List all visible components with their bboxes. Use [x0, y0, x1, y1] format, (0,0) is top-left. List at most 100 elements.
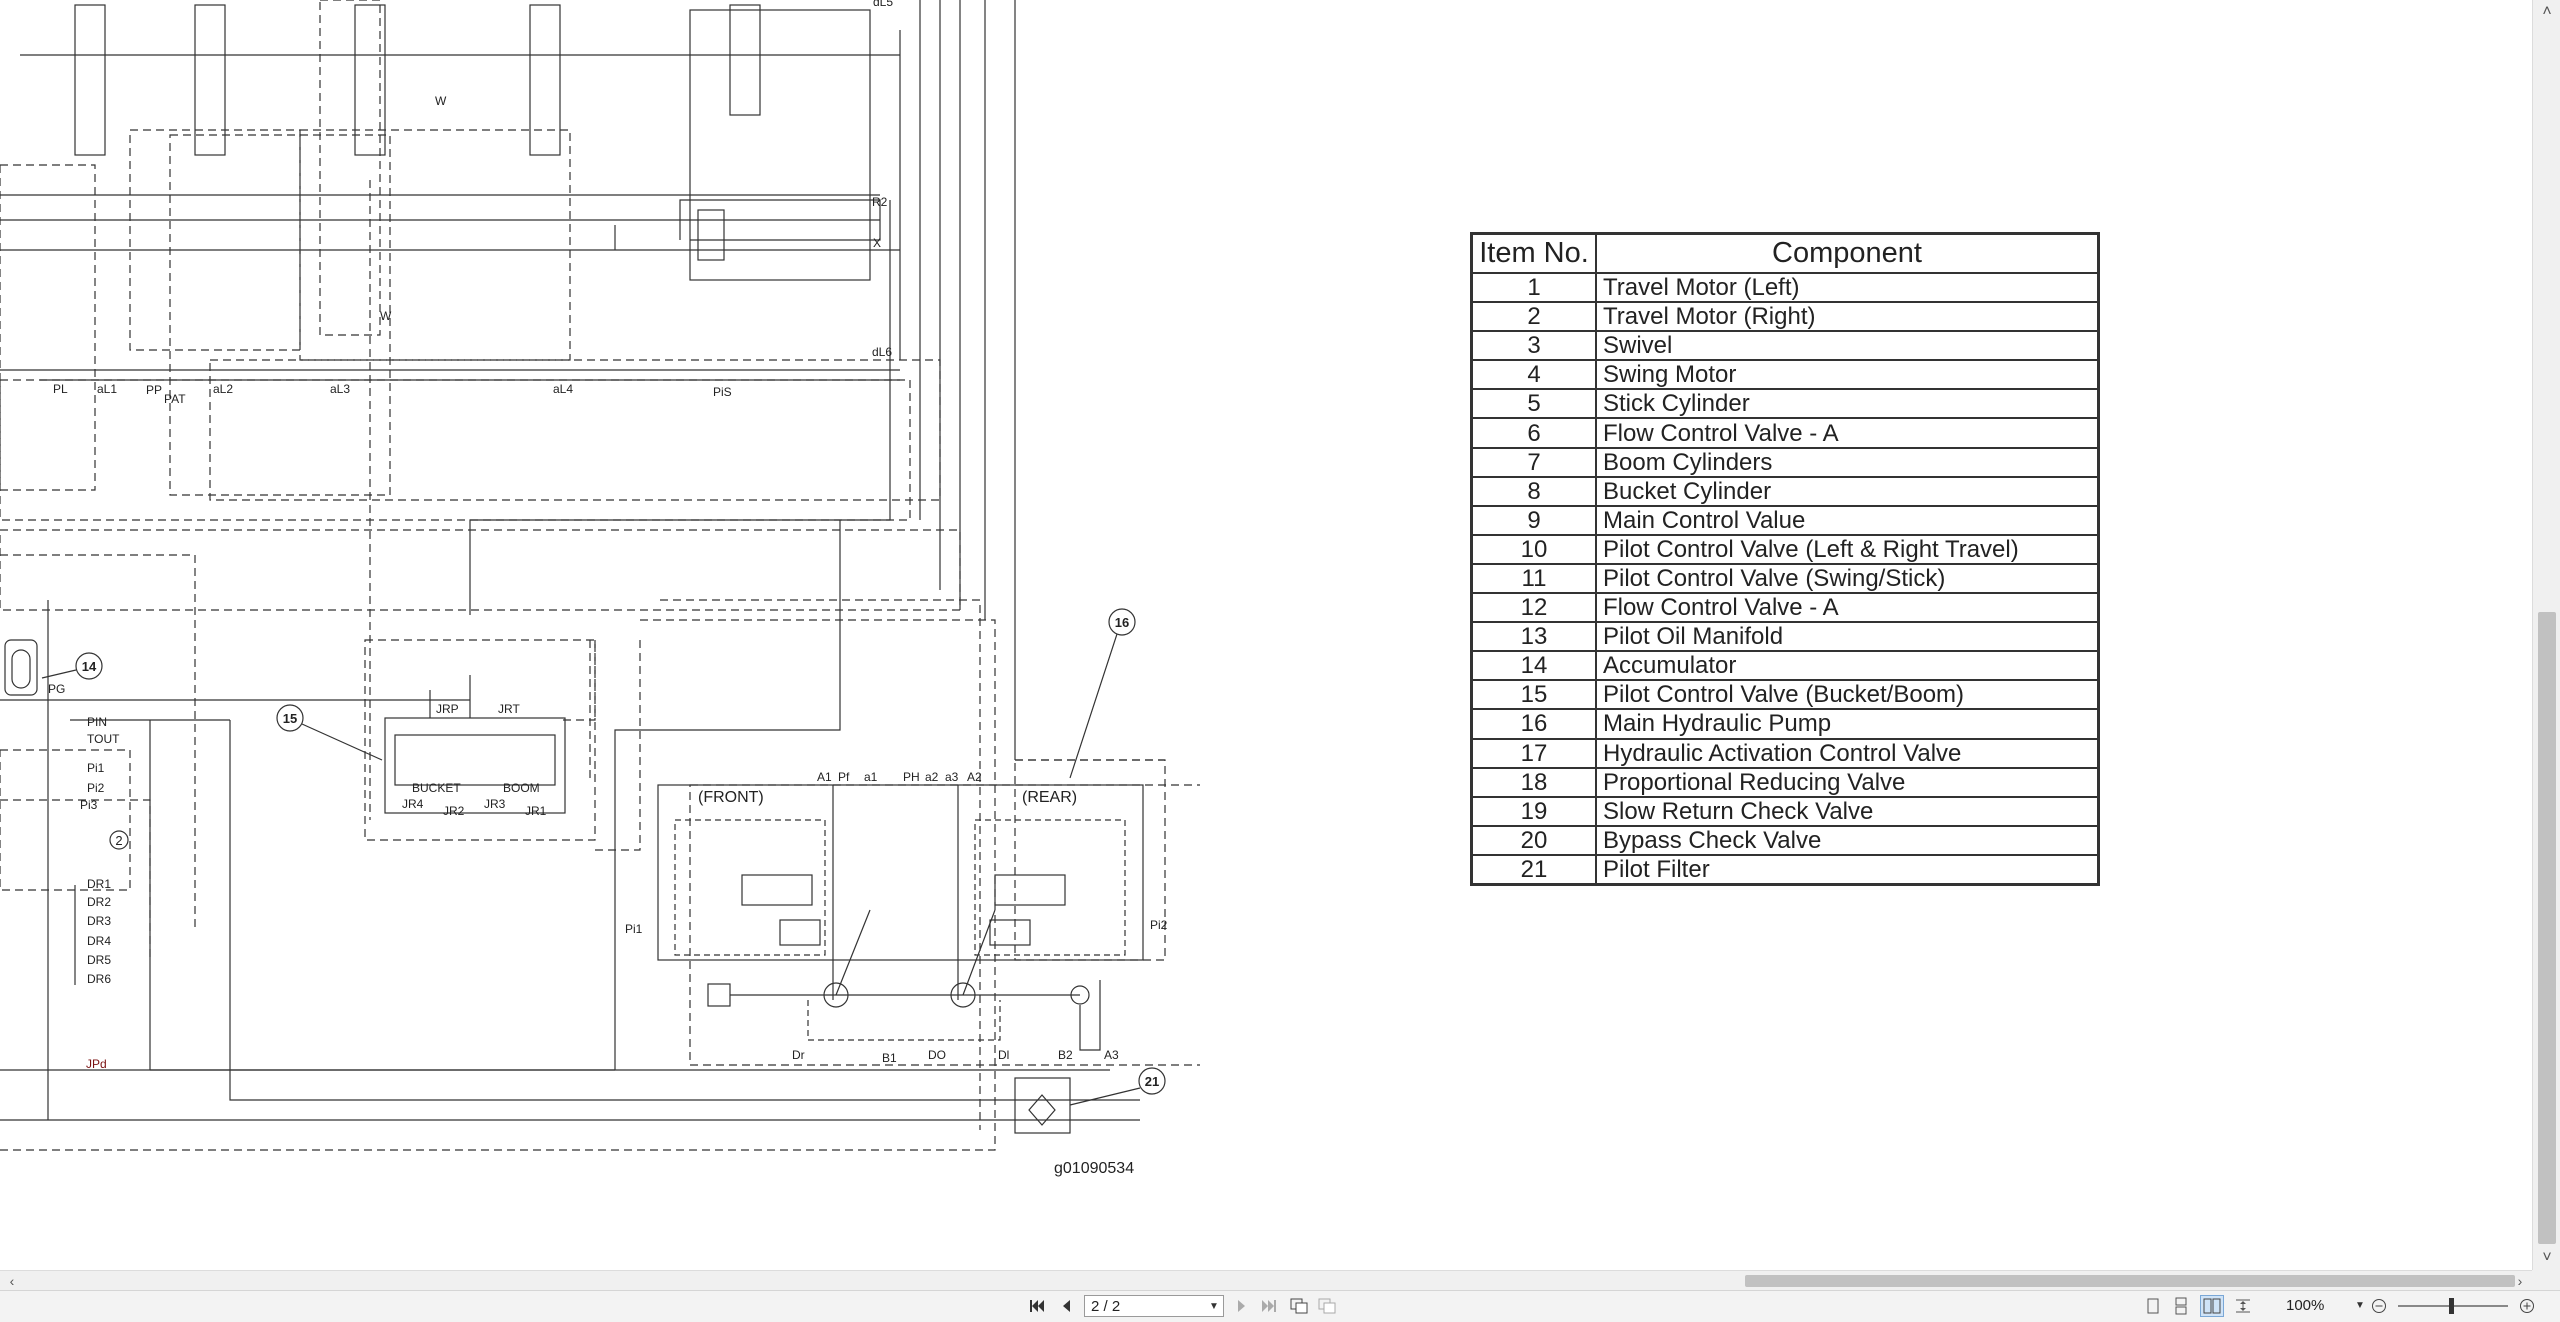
- legend-row: 17 Hydraulic Activation Control Valve: [1470, 737, 2100, 769]
- legend-row: 2 Travel Motor (Right): [1470, 301, 2100, 333]
- legend-item-number: 2: [1470, 301, 1597, 333]
- svg-text:JR4: JR4: [402, 797, 424, 811]
- legend-component-name: Stick Cylinder: [1595, 388, 2100, 420]
- scroll-down-icon[interactable]: ˅: [2533, 1246, 2560, 1270]
- legend-component-name: Pilot Oil Manifold: [1595, 621, 2100, 653]
- svg-text:DR3: DR3: [87, 914, 111, 928]
- vertical-scroll-thumb[interactable]: [2538, 612, 2556, 1244]
- horizontal-scroll-thumb[interactable]: [1745, 1275, 2515, 1287]
- legend-item-number: 20: [1470, 824, 1597, 856]
- legend-item-number: 10: [1470, 533, 1597, 565]
- legend-row: 11 Pilot Control Valve (Swing/Stick): [1470, 562, 2100, 595]
- valve-spools: [74, 4, 761, 261]
- svg-text:PP: PP: [146, 383, 162, 397]
- legend-component-name: Flow Control Valve - A: [1595, 417, 2100, 449]
- svg-text:JRT: JRT: [498, 702, 520, 716]
- vertical-scrollbar[interactable]: ˄ ˅: [2532, 0, 2560, 1270]
- legend-component-name: Pilot Filter: [1595, 853, 2100, 886]
- legend-row: 4 Swing Motor: [1470, 359, 2100, 391]
- legend-component-name: Bypass Check Valve: [1595, 824, 2100, 856]
- svg-text:X: X: [873, 236, 881, 250]
- legend-component-name: Bucket Cylinder: [1595, 475, 2100, 507]
- document-viewport[interactable]: dL5 R2 X dL6 PL aL1 PP PAT aL2 aL3 aL4 P…: [0, 0, 2532, 1270]
- zoom-level[interactable]: 100%: [2286, 1295, 2324, 1317]
- legend-row: 9 Main Control Value: [1470, 504, 2100, 536]
- callout-15: 15: [283, 711, 297, 726]
- svg-text:a1: a1: [864, 770, 878, 784]
- svg-text:dL6: dL6: [872, 345, 892, 359]
- legend-component-name: Travel Motor (Right): [1595, 301, 2100, 333]
- legend-row: 13 Pilot Oil Manifold: [1470, 621, 2100, 653]
- horizontal-scrollbar[interactable]: ‹ ›: [0, 1270, 2532, 1291]
- two-page-icon[interactable]: [2200, 1295, 2224, 1317]
- last-page-icon[interactable]: [1258, 1295, 1280, 1317]
- bottom-toolbar: ▼ 100% ▼: [0, 1290, 2560, 1322]
- legend-item-number: 5: [1470, 388, 1597, 420]
- single-page-icon[interactable]: [2142, 1295, 2164, 1317]
- legend-row: 6 Flow Control Valve - A: [1470, 417, 2100, 449]
- first-page-icon[interactable]: [1026, 1295, 1048, 1317]
- next-page-icon[interactable]: [1232, 1295, 1252, 1317]
- legend-item-number: 16: [1470, 708, 1597, 740]
- zoom-in-icon[interactable]: [2516, 1295, 2538, 1317]
- svg-text:DR4: DR4: [87, 934, 111, 948]
- svg-text:Pi2: Pi2: [87, 781, 105, 795]
- svg-text:PIN: PIN: [87, 715, 107, 729]
- pilot-lines: [0, 0, 1200, 1151]
- component-legend-table: Item No. Component 1 Travel Motor (Left) 2…: [1470, 232, 2100, 886]
- scroll-up-icon[interactable]: ˄: [2533, 0, 2560, 24]
- svg-text:A2: A2: [967, 770, 982, 784]
- legend-item-number: 1: [1470, 271, 1597, 304]
- legend-component-name: Pilot Control Valve (Swing/Stick): [1595, 562, 2100, 595]
- legend-component-name: Slow Return Check Valve: [1595, 795, 2100, 827]
- legend-row: 7 Boom Cylinders: [1470, 446, 2100, 478]
- scroll-mode-icon[interactable]: [2232, 1295, 2254, 1317]
- legend-component-name: Accumulator: [1595, 650, 2100, 682]
- page-number-input[interactable]: [1085, 1296, 1203, 1316]
- svg-text:Pi1: Pi1: [87, 761, 105, 775]
- legend-row: 1 Travel Motor (Left): [1470, 271, 2100, 304]
- next-view-icon[interactable]: [1316, 1295, 1338, 1317]
- bucket-label: BUCKET: [412, 781, 461, 795]
- legend-item-number: 17: [1470, 737, 1597, 769]
- svg-text:Pi2: Pi2: [1150, 918, 1168, 932]
- legend-item-number: 14: [1470, 650, 1597, 682]
- pilot-filter: [1014, 1077, 1071, 1134]
- legend-item-number: 12: [1470, 592, 1597, 624]
- legend-row: 20 Bypass Check Valve: [1470, 824, 2100, 856]
- scrollbar-corner: [2532, 1270, 2560, 1290]
- legend-component-name: Main Control Value: [1595, 504, 2100, 536]
- legend-item-number: 7: [1470, 446, 1597, 478]
- svg-text:A3: A3: [1104, 1048, 1119, 1062]
- legend-component-name: Boom Cylinders: [1595, 446, 2100, 478]
- legend-header-item: Item No.: [1470, 232, 1597, 274]
- zoom-slider-thumb[interactable]: [2449, 1298, 2454, 1314]
- svg-text:B2: B2: [1058, 1048, 1073, 1062]
- svg-text:PH: PH: [903, 770, 920, 784]
- svg-text:DR2: DR2: [87, 895, 111, 909]
- svg-text:JPd: JPd: [86, 1057, 107, 1071]
- rear-label: (REAR): [1022, 789, 1077, 806]
- svg-text:Pi1: Pi1: [625, 922, 643, 936]
- svg-text:a2: a2: [925, 770, 939, 784]
- pump-block: [657, 784, 1144, 1051]
- legend-row: 19 Slow Return Check Valve: [1470, 795, 2100, 827]
- prev-page-icon[interactable]: [1056, 1295, 1076, 1317]
- zoom-dropdown-icon[interactable]: ▼: [2355, 1295, 2365, 1317]
- zoom-out-icon[interactable]: [2368, 1295, 2390, 1317]
- scroll-right-icon[interactable]: ›: [2510, 1271, 2530, 1291]
- callout-21: 21: [1145, 1074, 1159, 1089]
- prev-view-icon[interactable]: [1288, 1295, 1310, 1317]
- svg-text:Dl: Dl: [998, 1048, 1009, 1062]
- legend-item-number: 11: [1470, 562, 1597, 595]
- page-number-field[interactable]: ▼: [1084, 1295, 1224, 1317]
- legend-item-number: 6: [1470, 417, 1597, 449]
- scroll-left-icon[interactable]: ‹: [2, 1271, 22, 1291]
- callout-2: 2: [115, 833, 122, 848]
- legend-row: 8 Bucket Cylinder: [1470, 475, 2100, 507]
- legend-row: 10 Pilot Control Valve (Left & Right Trav…: [1470, 533, 2100, 565]
- chevron-down-icon[interactable]: ▼: [1209, 1301, 1219, 1312]
- continuous-icon[interactable]: [2170, 1295, 2192, 1317]
- legend-item-number: 19: [1470, 795, 1597, 827]
- legend-item-number: 21: [1470, 853, 1597, 886]
